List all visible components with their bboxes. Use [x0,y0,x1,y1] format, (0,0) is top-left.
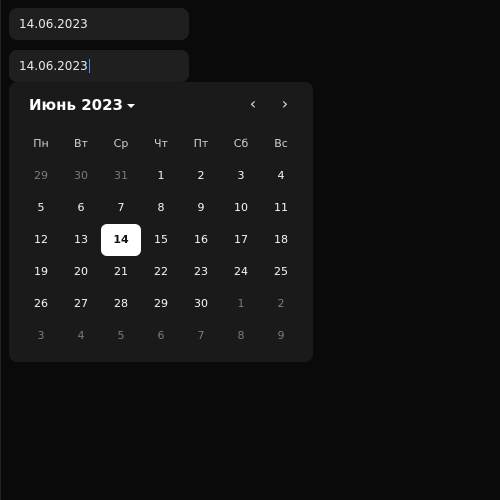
calendar-day[interactable]: 22 [141,256,181,288]
calendar-day[interactable]: 5 [21,192,61,224]
chevron-down-icon [126,104,135,108]
calendar-day[interactable]: 31 [101,160,141,192]
date-input-2[interactable]: 14.06.2023 [9,50,189,82]
calendar-day[interactable]: 30 [181,288,221,320]
calendar-day[interactable]: 19 [21,256,61,288]
calendar-day[interactable]: 29 [141,288,181,320]
prev-month-button[interactable]: ‹ [242,94,264,116]
calendar-day[interactable]: 12 [21,224,61,256]
calendar-day[interactable]: 7 [181,320,221,352]
calendar-day[interactable]: 6 [61,192,101,224]
calendar-day[interactable]: 8 [141,192,181,224]
calendar-day[interactable]: 26 [21,288,61,320]
calendar-day[interactable]: 30 [61,160,101,192]
page-edge [0,0,1,500]
calendar-day[interactable]: 2 [181,160,221,192]
calendar-day[interactable]: 1 [221,288,261,320]
calendar-day[interactable]: 1 [141,160,181,192]
calendar-day[interactable]: 5 [101,320,141,352]
chevron-right-icon: › [281,94,289,113]
calendar-week-row: 19 20 21 22 23 24 25 [21,256,301,288]
calendar-day[interactable]: 23 [181,256,221,288]
calendar-week-row: 5 6 7 8 9 10 11 [21,192,301,224]
weekday-label: Пн [33,137,49,150]
calendar-day[interactable]: 7 [101,192,141,224]
calendar-day[interactable]: 21 [101,256,141,288]
calendar-day[interactable]: 16 [181,224,221,256]
weekday-label: Чт [154,137,168,150]
calendar-day[interactable]: 3 [221,160,261,192]
calendar-day[interactable]: 11 [261,192,301,224]
text-caret [88,59,90,73]
calendar-day[interactable]: 25 [261,256,301,288]
calendar-day[interactable]: 4 [61,320,101,352]
calendar-day[interactable]: 9 [261,320,301,352]
calendar-day[interactable]: 29 [21,160,61,192]
calendar-day[interactable]: 28 [101,288,141,320]
calendar-day[interactable]: 15 [141,224,181,256]
weekday-label: Пт [193,137,209,150]
calendar-day[interactable]: 4 [261,160,301,192]
calendar-day[interactable]: 9 [181,192,221,224]
calendar-day[interactable]: 10 [221,192,261,224]
month-year-label: Июнь 2023 [29,96,123,114]
calendar-day[interactable]: 13 [61,224,101,256]
weekday-label: Ср [113,137,129,150]
next-month-button[interactable]: › [274,94,296,116]
calendar-day[interactable]: 6 [141,320,181,352]
calendar-day[interactable]: 3 [21,320,61,352]
calendar-week-row: 3456789 [21,320,301,352]
calendar-day-selected[interactable]: 14 [101,224,141,256]
calendar-day[interactable]: 17 [221,224,261,256]
month-year-selector[interactable]: Июнь 2023 [29,94,135,116]
weekday-label: Вт [74,137,88,150]
calendar-day[interactable]: 2 [261,288,301,320]
weekday-label: Вс [274,137,288,150]
calendar-week-row: 29 30 31 1 2 3 4 [21,160,301,192]
calendar-day[interactable]: 27 [61,288,101,320]
calendar-day[interactable]: 20 [61,256,101,288]
date-input-1-value: 14.06.2023 [19,17,88,31]
calendar-popup: Июнь 2023 ‹ › Пн Вт Ср Чт Пт Сб Вс 29 30 3… [9,82,313,362]
weekday-header: Пн Вт Ср Чт Пт Сб Вс [21,128,301,160]
calendar-day[interactable]: 18 [261,224,301,256]
date-input-1[interactable]: 14.06.2023 [9,8,189,40]
calendar-week-row: 12 13 14 15 16 17 18 [21,224,301,256]
calendar-day[interactable]: 8 [221,320,261,352]
calendar-day[interactable]: 24 [221,256,261,288]
date-input-2-value: 14.06.2023 [19,59,88,73]
chevron-left-icon: ‹ [249,94,257,113]
calendar-week-row: 26 27 28 29 30 1 2 [21,288,301,320]
weekday-label: Сб [233,137,249,150]
